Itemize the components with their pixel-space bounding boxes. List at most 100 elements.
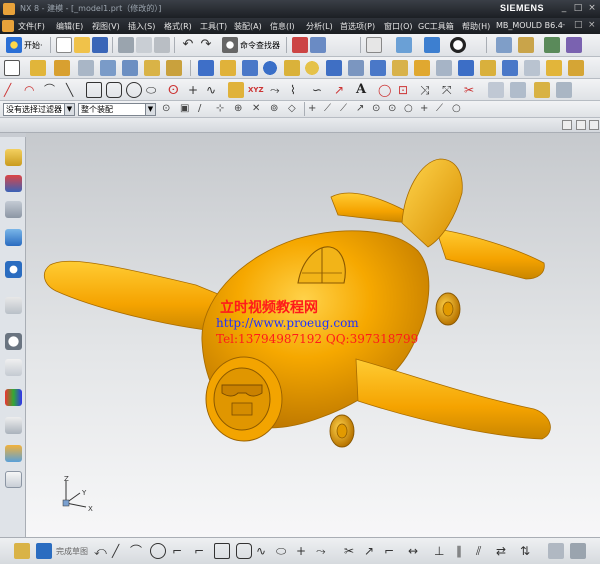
wave-linker-icon[interactable]	[518, 37, 534, 53]
snap-center-icon[interactable]: ⊙	[388, 101, 404, 117]
auto-constraint-icon[interactable]: ∥	[456, 543, 472, 559]
circle-icon[interactable]	[126, 82, 142, 98]
point-icon[interactable]: +	[188, 82, 204, 98]
studio-line-icon[interactable]: ╲	[66, 82, 82, 98]
join-curve-icon[interactable]: ⤧	[442, 82, 458, 98]
command-finder-button[interactable]: 命令查找器	[240, 40, 280, 51]
snap-angle-icon[interactable]: ○	[452, 101, 468, 117]
profile-icon[interactable]: ⤺	[94, 543, 110, 559]
line-arc-icon[interactable]: ⌒	[44, 82, 60, 98]
constraint-navigator-icon[interactable]	[5, 175, 22, 192]
draft-icon[interactable]	[458, 60, 474, 76]
snap-endpoint-icon[interactable]: /	[198, 101, 214, 117]
pad-icon[interactable]	[144, 60, 160, 76]
snap-cross-icon[interactable]: +	[420, 101, 436, 117]
snap-intersection-icon[interactable]: ✕	[252, 101, 268, 117]
studio-spline-icon[interactable]: ∿	[256, 543, 272, 559]
snap-arc-center-icon[interactable]: ⊚	[270, 101, 286, 117]
chamfer-icon[interactable]	[414, 60, 430, 76]
snap-view-icon[interactable]	[310, 37, 326, 53]
spline-icon[interactable]: ∿	[206, 82, 222, 98]
snap-point-on-surface-icon[interactable]: ⟋	[340, 101, 356, 117]
menu-help[interactable]: 帮助(H)	[462, 21, 490, 32]
snap-control-icon[interactable]: ⊕	[234, 101, 250, 117]
xyz-csys-icon[interactable]: XYZ	[248, 82, 264, 98]
scale-curve-icon[interactable]	[556, 82, 572, 98]
menu-format[interactable]: 格式(R)	[164, 21, 192, 32]
paste-icon[interactable]	[154, 37, 170, 53]
doc-close-button[interactable]: ×	[588, 20, 596, 30]
snap-bounded-icon[interactable]: ⟋	[436, 101, 452, 117]
reuse-library-icon[interactable]	[5, 229, 22, 246]
minimize-button[interactable]: _	[558, 2, 570, 14]
wrap-icon[interactable]	[534, 82, 550, 98]
select-all-icon[interactable]: ▣	[180, 101, 196, 117]
quick-trim-icon[interactable]: ✂	[344, 543, 360, 559]
mirror-icon[interactable]	[546, 60, 562, 76]
snap-perpendicular-icon[interactable]: ⊙	[372, 101, 388, 117]
block-icon[interactable]	[198, 60, 214, 76]
cylinder-icon[interactable]	[220, 60, 236, 76]
offset-sketch-icon[interactable]: ⤳	[316, 543, 332, 559]
snap-quadrant-icon[interactable]: ◇	[288, 101, 304, 117]
revolve-icon[interactable]	[54, 60, 70, 76]
snap-existing-point-icon[interactable]: +	[308, 101, 324, 117]
ellipse-icon[interactable]: ⬭	[146, 82, 162, 98]
command-finder-icon[interactable]	[222, 37, 238, 53]
chamfer-sketch-icon[interactable]: ⌐	[194, 543, 210, 559]
helix-icon[interactable]: ⵙ	[168, 82, 184, 98]
text-icon[interactable]: A	[356, 82, 372, 98]
redo-icon[interactable]: ↷	[198, 37, 214, 53]
graphics-window[interactable]: 立时视频教程网 http://www.proeug.com Tel:137949…	[26, 133, 600, 537]
menu-window[interactable]: 窗口(O)	[384, 21, 413, 32]
fillet-icon[interactable]: ⌐	[172, 543, 188, 559]
create-inferred-icon[interactable]	[570, 543, 586, 559]
orient-view-icon[interactable]	[396, 37, 412, 53]
offset-curve-icon[interactable]: ⌇	[290, 82, 306, 98]
render-style-icon[interactable]	[424, 37, 440, 53]
sphere-icon[interactable]	[262, 60, 278, 76]
undo-icon[interactable]: ↶	[180, 37, 196, 53]
maximize-button[interactable]: □	[572, 2, 584, 14]
hole-icon[interactable]	[100, 60, 116, 76]
menu-preferences[interactable]: 首选项(P)	[340, 21, 375, 32]
extrude-icon[interactable]	[30, 60, 46, 76]
sketch-circle-icon[interactable]	[150, 543, 166, 559]
shaded-mode-icon[interactable]	[450, 37, 466, 53]
sweep-icon[interactable]	[78, 60, 94, 76]
divide-curve-icon[interactable]	[510, 82, 526, 98]
isoparametric-icon[interactable]: ⊡	[398, 82, 414, 98]
save-icon[interactable]	[92, 37, 108, 53]
cut-icon[interactable]	[118, 37, 134, 53]
snap-tangent-icon[interactable]: ↗	[356, 101, 372, 117]
edge-blend-icon[interactable]	[392, 60, 408, 76]
cone-icon[interactable]	[242, 60, 258, 76]
feature-icon[interactable]	[566, 37, 582, 53]
snap-midpoint-icon[interactable]: ⊹	[216, 101, 232, 117]
reference-set-icon[interactable]	[544, 37, 560, 53]
menu-analysis[interactable]: 分析(L)	[306, 21, 333, 32]
sketch-point-icon[interactable]: +	[296, 543, 312, 559]
make-corner-icon[interactable]: ⌐	[384, 543, 400, 559]
start-button[interactable]: 开始·	[24, 40, 43, 51]
menu-information[interactable]: 信息(I)	[270, 21, 295, 32]
show-constraints-icon[interactable]: ⫽	[476, 543, 492, 559]
sketch-icon[interactable]	[4, 60, 20, 76]
assembly-navigator-icon[interactable]	[5, 149, 22, 166]
edit-object-icon[interactable]	[292, 37, 308, 53]
offset-icon[interactable]	[568, 60, 584, 76]
intersection-curve-icon[interactable]: ◯	[378, 82, 394, 98]
unite-icon[interactable]	[326, 60, 342, 76]
sketch-rectangle-icon[interactable]	[214, 543, 230, 559]
shell-icon[interactable]	[436, 60, 452, 76]
menu-file[interactable]: 文件(F)	[18, 21, 45, 32]
sphere-yellow-icon[interactable]	[304, 60, 320, 76]
history-icon[interactable]	[5, 333, 22, 350]
doc-restore-button[interactable]: □	[574, 20, 583, 30]
pattern-icon[interactable]	[524, 60, 540, 76]
alternate-solution-icon[interactable]: ⇅	[520, 543, 536, 559]
constraints-icon[interactable]: ⊥	[434, 543, 450, 559]
copy-icon[interactable]	[136, 37, 152, 53]
sketch-line-icon[interactable]: ╱	[112, 543, 128, 559]
law-curve-icon[interactable]: ⤳	[270, 82, 286, 98]
